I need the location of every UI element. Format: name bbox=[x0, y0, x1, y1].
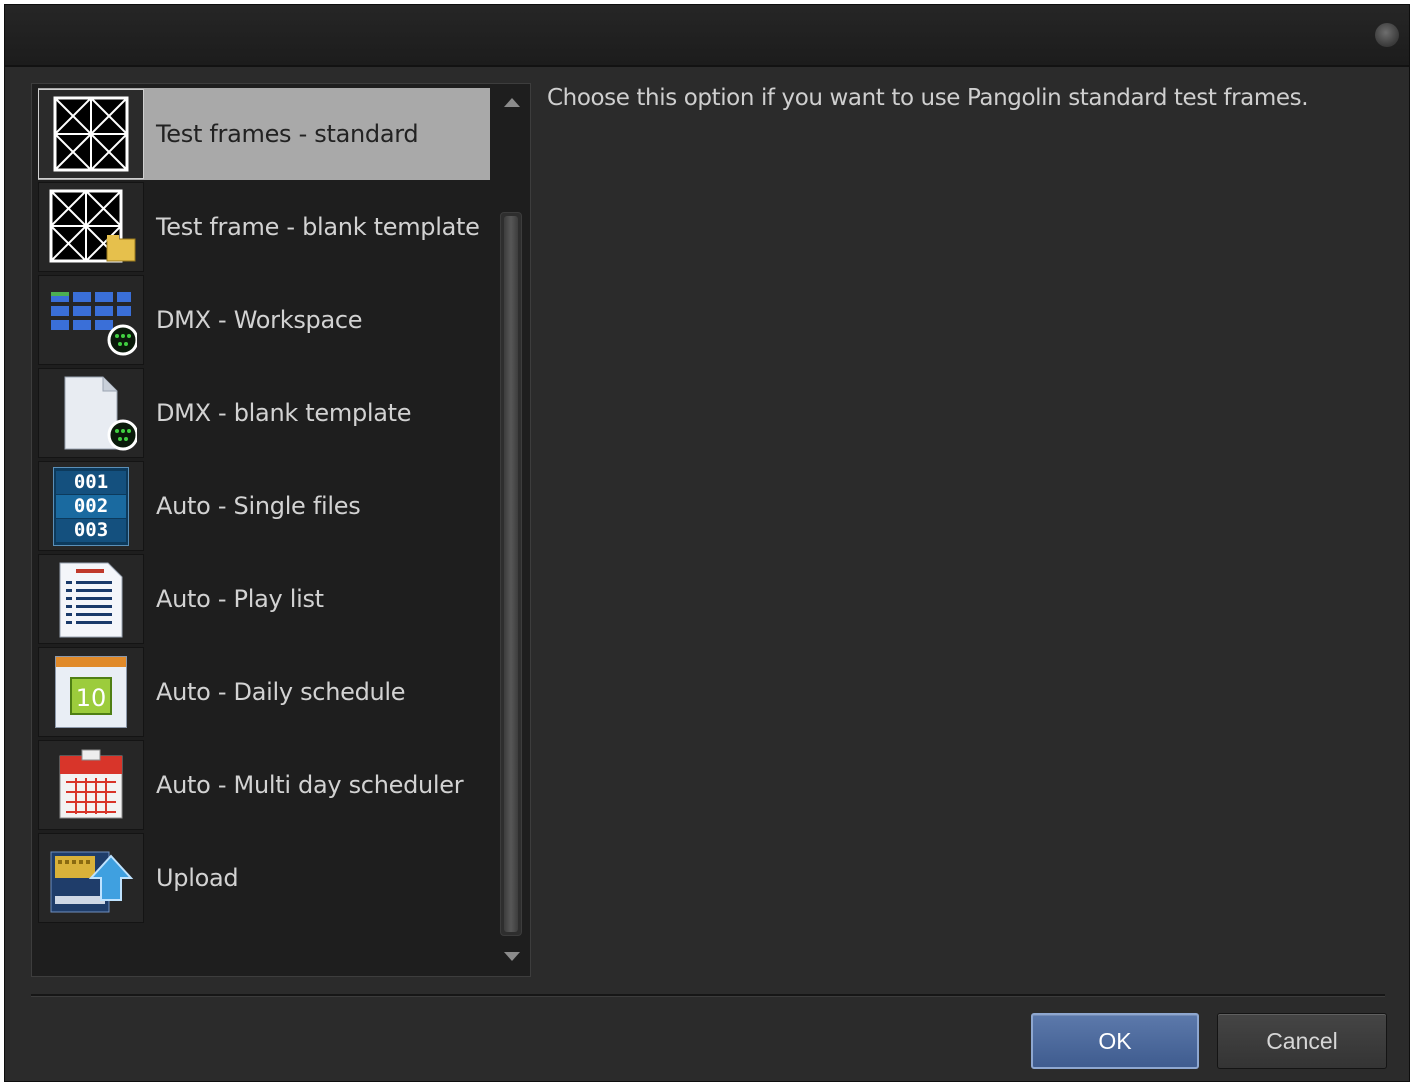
list-item-label: DMX - Workspace bbox=[156, 306, 363, 334]
list-item-label: Test frames - standard bbox=[156, 120, 419, 148]
test-frame-grid-icon bbox=[38, 89, 144, 179]
number-row: 001 bbox=[56, 470, 126, 494]
cancel-button[interactable]: Cancel bbox=[1217, 1013, 1387, 1069]
list-item-dmx-workspace[interactable]: DMX - Workspace bbox=[38, 274, 490, 366]
list-item-label: DMX - blank template bbox=[156, 399, 412, 427]
list-item-label: Auto - Daily schedule bbox=[156, 678, 406, 706]
playlist-document-icon bbox=[38, 554, 144, 644]
list-item-auto-multi-day-scheduler[interactable]: Auto - Multi day scheduler bbox=[38, 739, 490, 831]
calendar-day-number: 10 bbox=[70, 677, 112, 715]
list-item-label: Auto - Multi day scheduler bbox=[156, 771, 464, 799]
daily-calendar-icon: 10 bbox=[38, 647, 144, 737]
scroll-down-arrow[interactable] bbox=[502, 946, 522, 966]
scrollbar-thumb[interactable] bbox=[504, 216, 518, 932]
list-item-upload[interactable]: Upload bbox=[38, 832, 490, 924]
ok-button[interactable]: OK bbox=[1031, 1013, 1199, 1069]
dmx-grid-icon bbox=[38, 275, 144, 365]
list-item-auto-single-files[interactable]: 001 002 003 Auto - Single files bbox=[38, 460, 490, 552]
test-frame-folder-icon bbox=[38, 182, 144, 272]
list-item-label: Upload bbox=[156, 864, 239, 892]
scrollbar-track[interactable] bbox=[500, 212, 522, 936]
multi-day-calendar-icon bbox=[38, 740, 144, 830]
dmx-document-icon bbox=[38, 368, 144, 458]
number-row: 002 bbox=[56, 494, 126, 518]
list-item-dmx-blank-template[interactable]: DMX - blank template bbox=[38, 367, 490, 459]
scroll-up-arrow[interactable] bbox=[502, 92, 522, 112]
number-row: 003 bbox=[56, 518, 126, 542]
numbered-list-icon: 001 002 003 bbox=[38, 461, 144, 551]
list-item-label: Auto - Single files bbox=[156, 492, 361, 520]
list-item-auto-daily-schedule[interactable]: 10 Auto - Daily schedule bbox=[38, 646, 490, 738]
list-item-label: Auto - Play list bbox=[156, 585, 324, 613]
list-item-auto-play-list[interactable]: Auto - Play list bbox=[38, 553, 490, 645]
option-description: Choose this option if you want to use Pa… bbox=[547, 85, 1309, 111]
dialog-window: Test frames - standard Test frame - blan… bbox=[4, 4, 1410, 1082]
title-bar-button[interactable] bbox=[1375, 23, 1399, 47]
footer-divider bbox=[31, 994, 1385, 997]
list-item-test-frames-standard[interactable]: Test frames - standard bbox=[38, 88, 490, 180]
template-list: Test frames - standard Test frame - blan… bbox=[31, 83, 531, 977]
list-item-label: Test frame - blank template bbox=[156, 213, 480, 241]
title-bar bbox=[5, 5, 1409, 67]
list-item-test-frame-blank-template[interactable]: Test frame - blank template bbox=[38, 181, 490, 273]
upload-icon bbox=[38, 833, 144, 923]
